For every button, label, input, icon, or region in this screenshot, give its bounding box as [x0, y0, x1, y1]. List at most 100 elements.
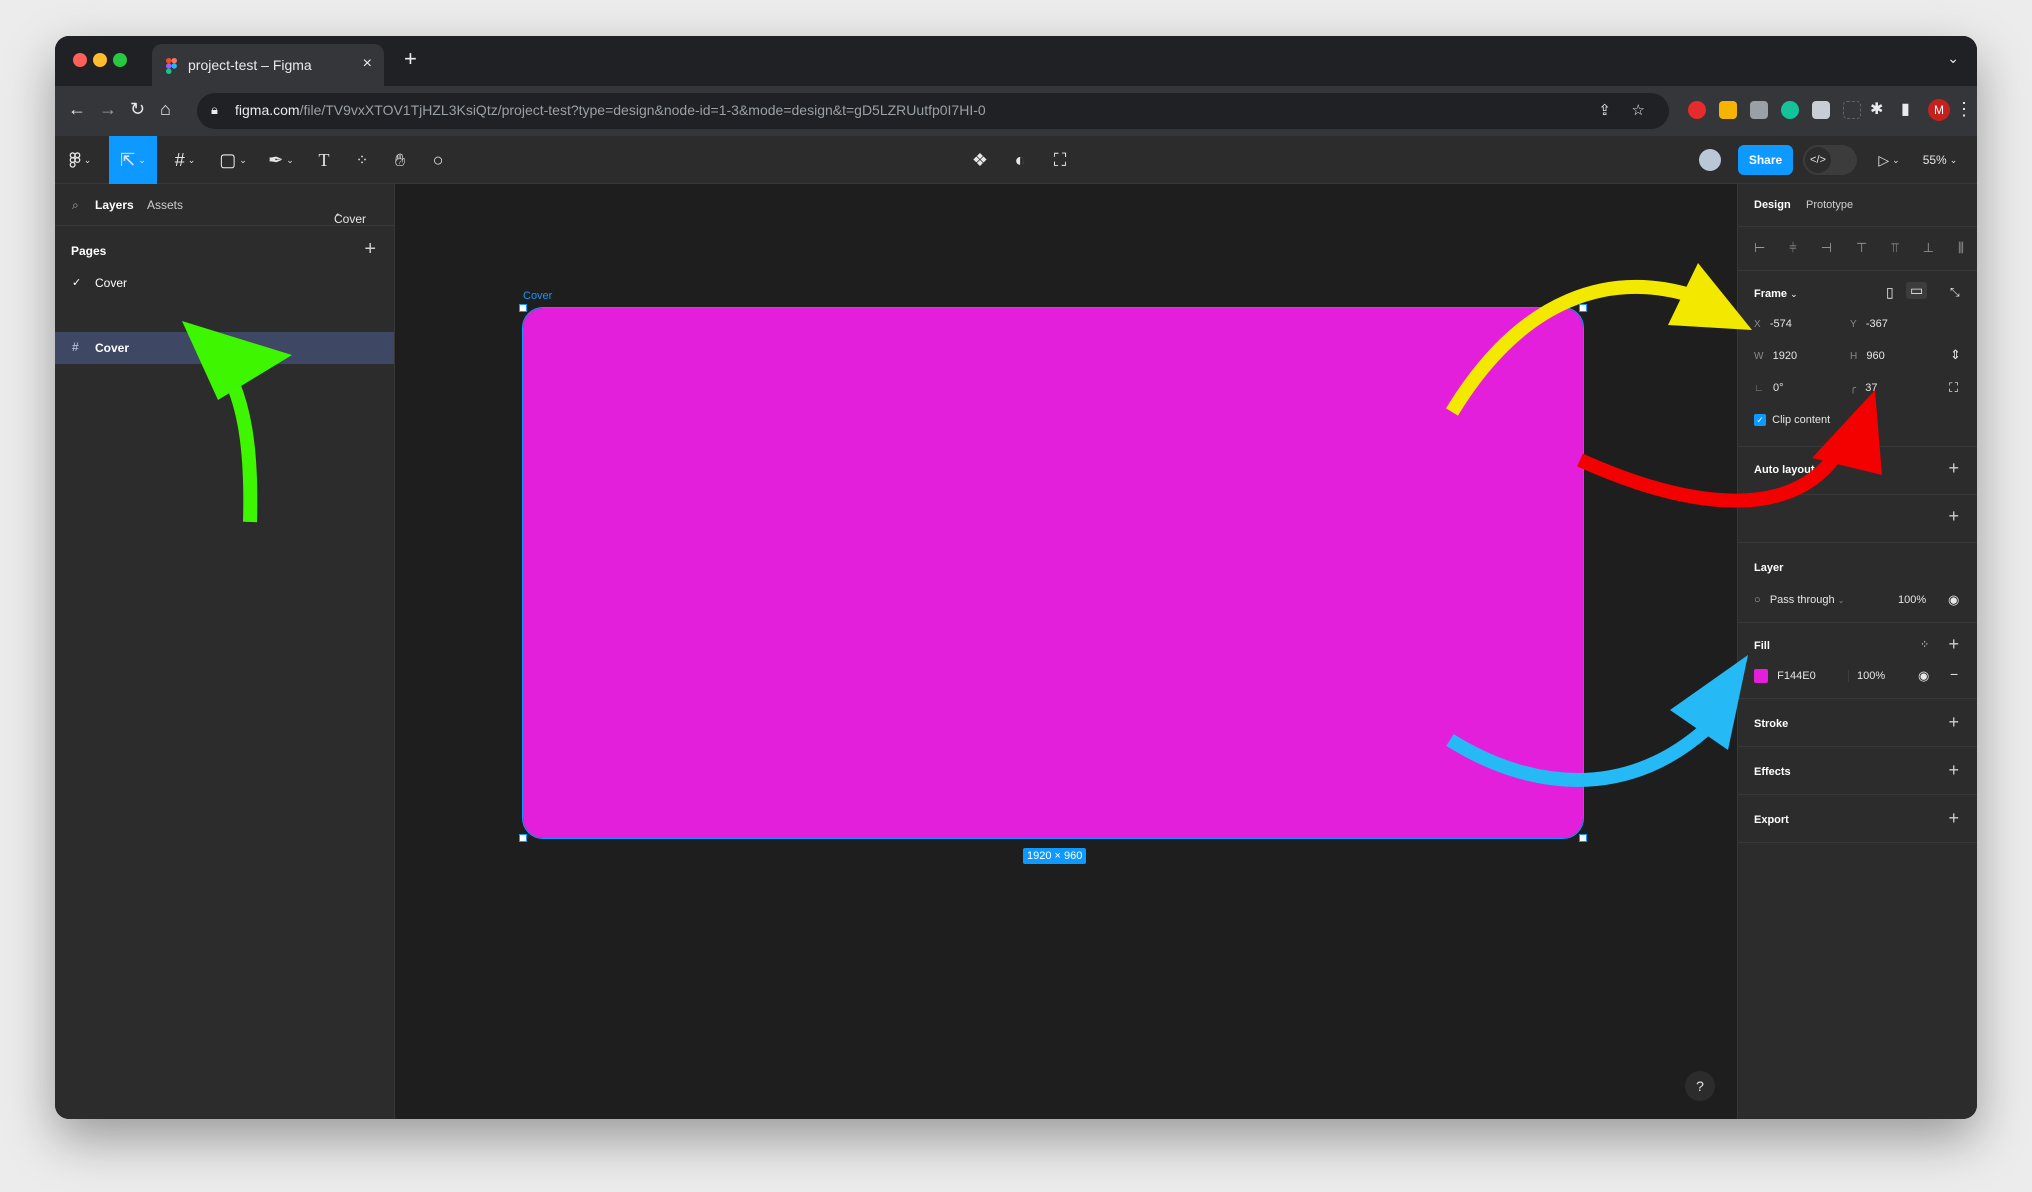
- corner-radius-field[interactable]: ╭ 37: [1850, 382, 1877, 394]
- address-bar[interactable]: 🔒︎ figma.com/file/TV9vxXTOV1TjHZL3KsiQtz…: [197, 93, 1669, 129]
- w-field[interactable]: W 1920: [1754, 350, 1797, 362]
- minimize-window-button[interactable]: [93, 53, 107, 67]
- h-field[interactable]: H 960: [1850, 350, 1885, 362]
- fill-styles-icon[interactable]: ⁘: [1920, 638, 1929, 651]
- help-button[interactable]: ?: [1685, 1071, 1715, 1101]
- fill-color-field[interactable]: F144E0: [1754, 669, 1816, 683]
- close-tab-icon[interactable]: ×: [363, 55, 372, 73]
- align-top-icon[interactable]: ⊤: [1856, 240, 1867, 256]
- maximize-window-button[interactable]: [113, 53, 127, 67]
- distribute-icon[interactable]: ⫼: [1958, 240, 1964, 256]
- forward-icon[interactable]: →: [99, 99, 117, 120]
- chevron-down-icon: ⌄: [1790, 289, 1798, 299]
- dev-mode-toggle[interactable]: </>: [1803, 145, 1857, 175]
- cover-frame[interactable]: [522, 307, 1584, 839]
- bookmark-star-icon[interactable]: ☆: [1632, 101, 1645, 119]
- fill-opacity-field[interactable]: 100%: [1848, 670, 1885, 682]
- tab-layers[interactable]: Layers: [95, 198, 134, 212]
- back-icon[interactable]: ←: [68, 99, 86, 120]
- layer-opacity-field[interactable]: 100%: [1898, 594, 1926, 606]
- align-right-icon[interactable]: ⊣: [1821, 240, 1832, 256]
- resources-button[interactable]: ⁘: [345, 136, 379, 184]
- constrain-proportions-icon[interactable]: ⇕: [1950, 347, 1961, 363]
- remove-fill-icon[interactable]: −: [1950, 666, 1958, 682]
- y-field[interactable]: Y -367: [1850, 318, 1888, 330]
- align-center-icon[interactable]: ⫩: [1789, 240, 1796, 256]
- new-tab-button[interactable]: +: [404, 46, 417, 72]
- eye-icon[interactable]: ◉: [1948, 592, 1959, 608]
- independent-corners-icon[interactable]: ⛶: [1949, 380, 1958, 396]
- align-bottom-icon[interactable]: ⊥: [1923, 240, 1934, 256]
- extension-yellow-icon[interactable]: [1719, 101, 1737, 119]
- fill-hex-value: F144E0: [1777, 670, 1816, 682]
- add-stroke-icon[interactable]: +: [1948, 712, 1959, 733]
- present-button[interactable]: ▷ ⌄: [1872, 136, 1906, 184]
- tab-design[interactable]: Design: [1754, 199, 1791, 211]
- browser-menu-icon[interactable]: ⋮: [1955, 99, 1973, 120]
- resize-handle-bottom-right[interactable]: [1579, 834, 1587, 842]
- profile-avatar[interactable]: M: [1928, 99, 1950, 121]
- layer-item[interactable]: # Cover: [55, 332, 394, 364]
- fill-swatch[interactable]: [1754, 669, 1768, 683]
- share-button[interactable]: Share: [1738, 145, 1793, 175]
- divider: [1738, 746, 1977, 747]
- tab-assets[interactable]: Assets: [147, 198, 183, 212]
- extension-green-icon[interactable]: [1781, 101, 1799, 119]
- move-tool-button[interactable]: ⇱ ⌄: [109, 136, 157, 184]
- browser-tab[interactable]: project-test – Figma ×: [152, 44, 384, 86]
- add-section-icon[interactable]: +: [1948, 506, 1959, 527]
- landscape-icon[interactable]: ▭: [1906, 282, 1928, 299]
- add-export-icon[interactable]: +: [1948, 808, 1959, 829]
- resize-handle-top-left[interactable]: [519, 304, 527, 312]
- avatar-icon: [1699, 149, 1721, 171]
- blend-mode-select[interactable]: ○ Pass through ⌄: [1754, 594, 1844, 606]
- extension-camera-icon[interactable]: [1750, 101, 1768, 119]
- add-page-icon[interactable]: +: [364, 238, 376, 261]
- search-icon[interactable]: ⌕: [72, 198, 79, 213]
- frame-section-title[interactable]: Frame ⌄: [1754, 288, 1798, 300]
- frame-tool-button[interactable]: # ⌄: [165, 136, 205, 184]
- extensions-puzzle-icon[interactable]: ✱: [1870, 99, 1883, 119]
- x-field[interactable]: X -574: [1754, 318, 1792, 330]
- export-section-title: Export: [1754, 814, 1789, 826]
- portrait-icon[interactable]: ▯: [1886, 284, 1894, 301]
- frame-name-label[interactable]: Cover: [523, 290, 552, 302]
- comment-tool-button[interactable]: ○: [421, 136, 455, 184]
- tab-prototype[interactable]: Prototype: [1806, 199, 1853, 211]
- extension-box-icon[interactable]: [1812, 101, 1830, 119]
- tab-search-icon[interactable]: ⌄: [1947, 50, 1959, 67]
- resize-handle-bottom-left[interactable]: [519, 834, 527, 842]
- hand-tool-button[interactable]: ✋︎: [383, 136, 417, 184]
- add-effect-icon[interactable]: +: [1948, 760, 1959, 781]
- add-fill-icon[interactable]: +: [1948, 634, 1959, 655]
- pen-tool-button[interactable]: ✒ ⌄: [261, 136, 301, 184]
- extension-dashed-icon[interactable]: [1843, 101, 1861, 119]
- clip-content-checkbox[interactable]: ✓ Clip content: [1754, 414, 1830, 426]
- zoom-menu[interactable]: 55% ⌄: [1915, 136, 1965, 184]
- resize-to-fit-icon[interactable]: ⤡: [1950, 285, 1960, 300]
- h-value: 960: [1866, 350, 1885, 362]
- text-tool-button[interactable]: T: [307, 136, 341, 184]
- share-page-icon[interactable]: ⇪: [1598, 101, 1611, 119]
- main-menu-button[interactable]: ⌄: [63, 136, 97, 184]
- rotation-field[interactable]: ∟ 0°: [1754, 382, 1784, 394]
- design-canvas[interactable]: Cover 1920 × 960 ?: [395, 184, 1737, 1119]
- add-auto-layout-icon[interactable]: +: [1948, 458, 1959, 479]
- reload-icon[interactable]: ↻: [130, 99, 145, 120]
- crop-button[interactable]: ⛶: [1043, 136, 1077, 184]
- page-item[interactable]: ✓ Cover: [55, 268, 394, 296]
- divider: [1738, 270, 1977, 271]
- checkbox-icon: ✓: [1754, 414, 1766, 426]
- close-window-button[interactable]: [73, 53, 87, 67]
- contrast-button[interactable]: ◐: [1003, 136, 1037, 184]
- extension-red-icon[interactable]: [1688, 101, 1706, 119]
- component-button[interactable]: ❖: [963, 136, 997, 184]
- fill-visibility-icon[interactable]: ◉: [1918, 668, 1929, 684]
- home-icon[interactable]: ⌂: [160, 99, 171, 120]
- shape-tool-button[interactable]: ▢ ⌄: [213, 136, 253, 184]
- align-middle-icon[interactable]: ⫪: [1891, 240, 1898, 256]
- side-panel-icon[interactable]: ▮: [1901, 99, 1910, 119]
- align-left-icon[interactable]: ⊢: [1754, 240, 1765, 256]
- user-avatar[interactable]: [1693, 136, 1727, 184]
- resize-handle-top-right[interactable]: [1579, 304, 1587, 312]
